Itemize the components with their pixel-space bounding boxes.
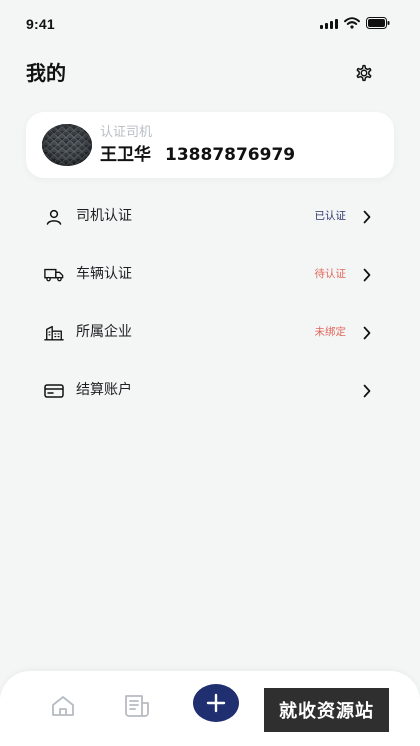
user-icon	[44, 207, 64, 227]
chevron-right-icon	[360, 381, 374, 401]
signal-icon	[320, 19, 338, 29]
status-badge: 已认证	[314, 210, 347, 222]
home-icon[interactable]	[48, 691, 78, 721]
building-icon	[44, 323, 64, 343]
menu-item-label: 车辆认证	[76, 266, 132, 282]
card-icon	[44, 381, 64, 401]
add-icon[interactable]	[193, 684, 239, 722]
menu-item-label: 结算账户	[76, 382, 132, 398]
watermark: 就收资源站	[264, 688, 389, 732]
menu-item-settlement-account[interactable]: 结算账户	[44, 361, 374, 419]
status-badge: 未绑定	[314, 326, 347, 338]
page-title: 我的	[26, 61, 66, 85]
status-bar: 9:41	[0, 0, 420, 50]
menu-item-company[interactable]: 所属企业 未绑定	[44, 303, 374, 361]
wifi-icon	[344, 17, 360, 29]
status-icons	[320, 17, 390, 29]
orders-icon[interactable]	[122, 691, 152, 721]
truck-icon	[44, 265, 64, 285]
menu-item-vehicle-certification[interactable]: 车辆认证 待认证	[44, 245, 374, 303]
status-time: 9:41	[26, 16, 55, 32]
menu-item-label: 所属企业	[76, 324, 132, 340]
menu-item-label: 司机认证	[76, 208, 132, 224]
chevron-right-icon	[360, 265, 374, 285]
menu-item-driver-certification[interactable]: 司机认证 已认证	[44, 187, 374, 245]
gear-icon[interactable]	[352, 61, 376, 85]
profile-name-row: 王卫华 13887876979	[100, 144, 295, 166]
user-phone: 13887876979	[165, 145, 296, 165]
profile-card[interactable]: 认证司机 王卫华 13887876979	[26, 112, 394, 178]
user-name: 王卫华	[100, 145, 151, 165]
status-badge: 待认证	[314, 268, 347, 280]
chevron-right-icon	[360, 323, 374, 343]
avatar	[42, 124, 92, 166]
battery-icon	[366, 17, 390, 29]
tab-bar: 就收资源站	[0, 671, 420, 746]
header: 我的	[26, 60, 376, 88]
driver-role-label: 认证司机	[100, 125, 153, 140]
chevron-right-icon	[360, 207, 374, 227]
